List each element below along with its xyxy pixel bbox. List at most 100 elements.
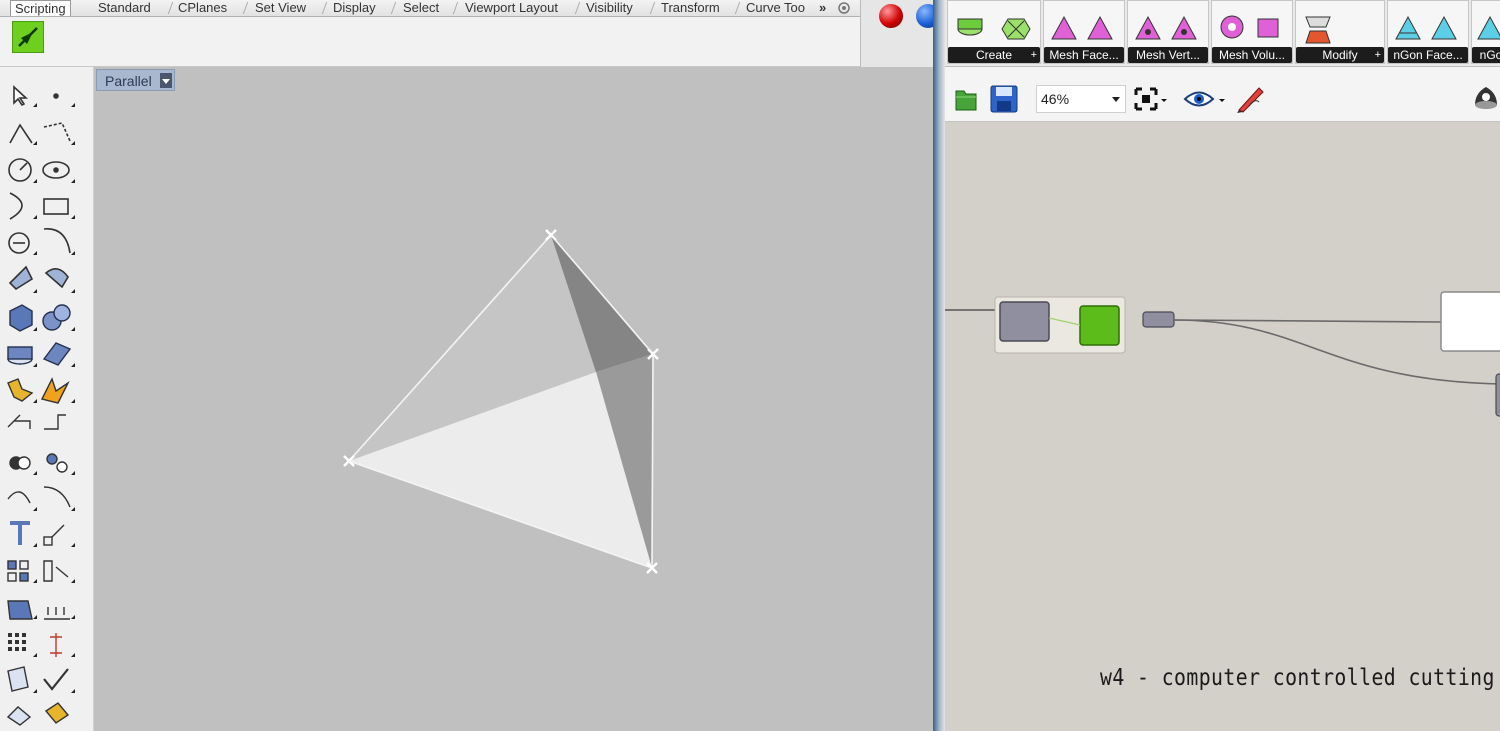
screen: Scripting Standard CPlanes Set View Disp… [0, 0, 1500, 731]
trim-tool-icon[interactable] [42, 377, 72, 407]
boolean-toggle-node[interactable] [1079, 305, 1120, 346]
arc-tool-icon[interactable] [4, 191, 34, 221]
paint-tool-icon[interactable] [42, 701, 72, 731]
chevron-down-icon [1112, 97, 1120, 102]
explode-tool-icon[interactable] [4, 377, 34, 407]
fillet-tool-icon[interactable] [4, 413, 34, 443]
boolean-solid-icon[interactable] [42, 303, 72, 333]
modify-icon [1305, 16, 1331, 44]
zoom-extents-icon[interactable] [1133, 86, 1169, 112]
tab-set-view[interactable]: Set View [251, 0, 310, 16]
panel-label: Mesh Volu... [1212, 47, 1292, 63]
tab-standard[interactable]: Standard [94, 0, 155, 16]
tab-select[interactable]: Select [399, 0, 443, 16]
window-splitter[interactable] [933, 0, 945, 731]
surface-from-curves-icon[interactable] [42, 265, 72, 295]
layer-tool-icon[interactable] [4, 665, 34, 695]
polygon-tool-icon[interactable] [4, 227, 34, 257]
grasshopper-canvas-toolbar: 46% [945, 67, 1500, 122]
array-tool-icon[interactable] [4, 557, 34, 587]
tab-cplanes[interactable]: CPlanes [174, 0, 231, 16]
tab-scripting[interactable]: Scripting [10, 0, 71, 16]
circle-tool-icon[interactable] [4, 155, 34, 185]
ngon-face-icon [1395, 15, 1457, 40]
panel-mesh-face[interactable]: Mesh Face... [1043, 0, 1125, 64]
text-tool-icon[interactable] [4, 521, 34, 551]
grid-tool-icon[interactable] [4, 629, 34, 659]
tab-separator [390, 2, 397, 14]
tetrahedron-model[interactable] [94, 67, 938, 731]
rhino-window: Scripting Standard CPlanes Set View Disp… [0, 0, 940, 731]
panel-mesh-vertex[interactable]: Mesh Vert... [1127, 0, 1209, 64]
script-editor-button[interactable] [12, 21, 44, 53]
sketch-pen-icon[interactable] [1235, 84, 1267, 114]
panel-create[interactable]: Create + [947, 0, 1041, 64]
zoom-level-select[interactable]: 46% [1036, 85, 1126, 113]
create-components-icon [957, 18, 1031, 40]
display-mode-icon[interactable] [1473, 83, 1499, 113]
component-node[interactable] [1495, 373, 1500, 417]
box-solid-icon[interactable] [4, 303, 34, 333]
hatch-tool-icon[interactable] [42, 595, 72, 625]
panel-mesh-volume[interactable]: Mesh Volu... [1211, 0, 1293, 64]
rectangle-tool-icon[interactable] [42, 191, 72, 221]
render-material-icon[interactable] [879, 4, 903, 28]
ellipse-tool-icon[interactable] [42, 155, 72, 185]
polyline-tool-icon[interactable] [4, 117, 34, 147]
analyze-tool-icon[interactable] [42, 557, 72, 587]
relay-node[interactable] [1142, 311, 1175, 328]
offset-tool-icon[interactable] [42, 413, 72, 443]
dimension-tool-icon[interactable] [42, 521, 72, 551]
panel-label: Mesh Vert... [1128, 47, 1208, 63]
zoom-level-value: 46% [1041, 91, 1070, 107]
script-icon [18, 27, 38, 47]
grasshopper-canvas[interactable]: w4 - computer controlled cutting [945, 122, 1500, 731]
rhino-tool-sidebar [0, 67, 94, 731]
tab-separator [452, 2, 459, 14]
parallel-viewport[interactable]: Parallel [94, 67, 938, 731]
caption-text: w4 - computer controlled cutting [1100, 665, 1495, 691]
tab-viewport-layout[interactable]: Viewport Layout [461, 0, 562, 16]
mesh-tool-icon[interactable] [42, 341, 72, 371]
boolean-union-icon[interactable] [4, 449, 34, 479]
tab-transform[interactable]: Transform [657, 0, 724, 16]
point-tool-icon[interactable] [42, 79, 72, 109]
check-tool-icon[interactable] [42, 665, 72, 695]
tab-separator [649, 2, 656, 14]
render-toolbar [860, 0, 940, 67]
panel-ngon-face[interactable]: nGon Face... [1387, 0, 1469, 64]
geometry-param-node[interactable] [999, 301, 1050, 342]
panel-modify[interactable]: Modify + [1295, 0, 1385, 64]
grasshopper-window: Create + Mesh Face... Mesh Vert... Mesh … [945, 0, 1500, 731]
preview-eye-icon[interactable] [1183, 86, 1231, 112]
cylinder-solid-icon[interactable] [4, 341, 34, 371]
surface-tool-icon[interactable] [4, 265, 34, 295]
rotate-tool-icon[interactable] [4, 485, 34, 515]
panel-ngon[interactable]: nGo [1471, 0, 1500, 64]
tab-separator [242, 2, 249, 14]
render-tool-icon[interactable] [4, 701, 34, 731]
settings-icon[interactable] [836, 1, 852, 15]
mesh-face-icon [1051, 15, 1113, 40]
panel-label: nGon Face... [1388, 47, 1468, 63]
block-tool-icon[interactable] [4, 595, 34, 625]
measure-tool-icon[interactable] [42, 629, 72, 659]
panel-label: Mesh Face... [1044, 47, 1124, 63]
bend-tool-icon[interactable] [42, 485, 72, 515]
group-tool-icon[interactable] [42, 449, 72, 479]
tab-separator [574, 2, 581, 14]
panel-label: Modify + [1296, 47, 1384, 63]
panel-node[interactable] [1440, 291, 1500, 352]
tab-display[interactable]: Display [329, 0, 380, 16]
tab-curve-tools[interactable]: Curve Too [742, 0, 809, 16]
open-file-icon[interactable] [953, 85, 979, 113]
control-curve-tool-icon[interactable] [42, 117, 72, 147]
tab-separator [321, 2, 328, 14]
select-tool-icon[interactable] [4, 79, 34, 109]
save-file-icon[interactable] [989, 84, 1019, 114]
curve-tool-icon[interactable] [42, 227, 72, 257]
panel-label: nGo [1472, 47, 1500, 63]
tab-visibility[interactable]: Visibility [582, 0, 637, 16]
mesh-vertex-icon [1135, 15, 1197, 40]
tab-overflow-button[interactable]: » [815, 0, 830, 16]
